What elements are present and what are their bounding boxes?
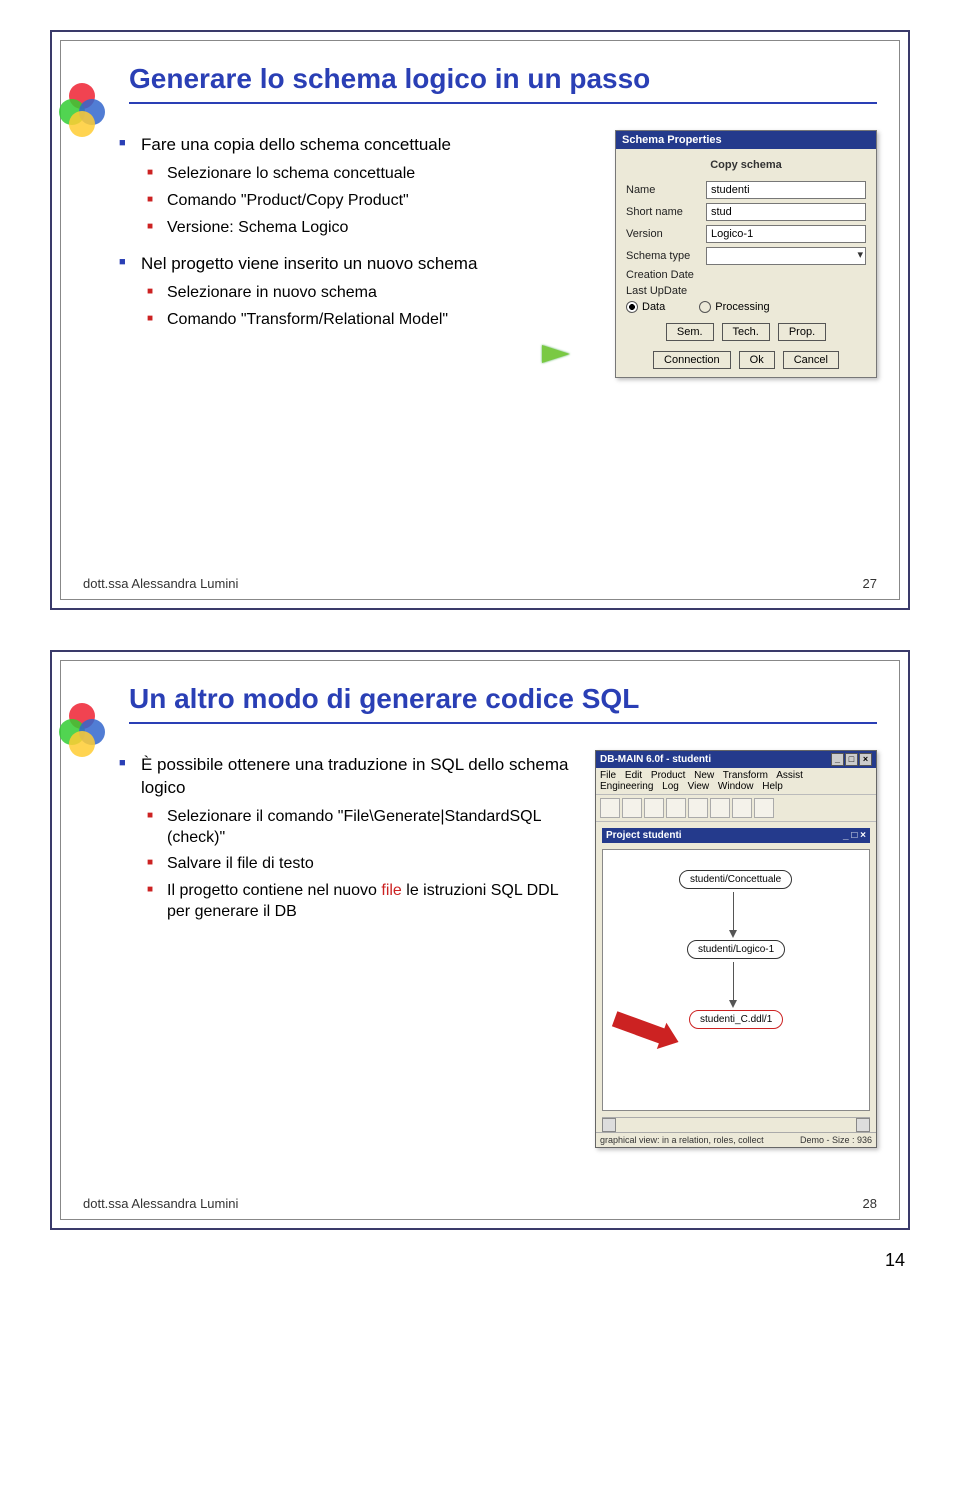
cancel-button[interactable]: Cancel — [783, 351, 839, 369]
toolbar-button[interactable] — [732, 798, 752, 818]
bullet-l2: Versione: Schema Logico — [145, 215, 599, 242]
project-canvas: studenti/Concettuale studenti/Logico-1 s… — [602, 849, 870, 1111]
close-icon[interactable]: × — [859, 753, 872, 766]
toolbar-button[interactable] — [710, 798, 730, 818]
menu-item[interactable]: Product — [651, 770, 685, 781]
minimize-icon[interactable]: _ — [831, 753, 844, 766]
schema-properties-dialog: Schema Properties Copy schema Namestuden… — [615, 130, 877, 378]
toolbar-button[interactable] — [666, 798, 686, 818]
menu-item[interactable]: New — [694, 770, 714, 781]
close-icon[interactable]: × — [860, 830, 866, 841]
footer-page: 27 — [863, 576, 877, 591]
dialog-heading: Copy schema — [626, 159, 866, 177]
bullet-text: Nel progetto viene inserito un nuovo sch… — [141, 254, 477, 273]
bullet-l1: Fare una copia dello schema concettuale … — [117, 130, 599, 249]
project-title: Project studenti — [606, 830, 682, 841]
bullet-l2: Selezionare in nuovo schema — [145, 280, 599, 307]
arrowhead-icon — [729, 1000, 737, 1008]
ok-button[interactable]: Ok — [739, 351, 775, 369]
version-label: Version — [626, 228, 706, 240]
name-input[interactable]: studenti — [706, 181, 866, 199]
schematype-label: Schema type — [626, 250, 706, 262]
slide-title: Generare lo schema logico in un passo — [129, 61, 877, 96]
arrowhead-icon — [729, 930, 737, 938]
schematype-select[interactable] — [706, 247, 866, 265]
footer-page: 28 — [863, 1196, 877, 1211]
logo-icon — [55, 81, 109, 135]
bullet-text: È possibile ottenere una traduzione in S… — [141, 755, 568, 797]
slide-title: Un altro modo di generare codice SQL — [129, 681, 877, 716]
toolbar-button[interactable] — [644, 798, 664, 818]
title-underline — [129, 102, 877, 104]
prop-button[interactable]: Prop. — [778, 323, 826, 341]
version-input[interactable]: Logico-1 — [706, 225, 866, 243]
menu-item[interactable]: Window — [718, 781, 754, 792]
bullet-l2: Il progetto contiene nel nuovo file le i… — [145, 878, 579, 926]
menu-item[interactable]: File — [600, 770, 616, 781]
toolbar — [596, 795, 876, 822]
toolbar-button[interactable] — [754, 798, 774, 818]
shortname-label: Short name — [626, 206, 706, 218]
toolbar-button[interactable] — [600, 798, 620, 818]
bullet-l1: Nel progetto viene inserito un nuovo sch… — [117, 249, 599, 342]
menu-item[interactable]: Log — [662, 781, 679, 792]
bullet-l2: Selezionare il comando "File\Generate|St… — [145, 804, 579, 852]
document-page-number: 14 — [0, 1240, 960, 1291]
udate-label: Last UpDate — [626, 285, 706, 297]
bullet-l2: Comando "Transform/Relational Model" — [145, 307, 599, 334]
menu-item[interactable]: Transform — [723, 770, 768, 781]
bullet-l1: È possibile ottenere una traduzione in S… — [117, 750, 579, 934]
status-left: graphical view: in a relation, roles, co… — [600, 1135, 764, 1145]
green-arrow-icon — [542, 345, 570, 363]
node-concettuale[interactable]: studenti/Concettuale — [679, 870, 792, 889]
maximize-icon[interactable]: □ — [845, 753, 858, 766]
minimize-icon[interactable]: _ — [843, 830, 849, 841]
sem-button[interactable]: Sem. — [666, 323, 714, 341]
menu-item[interactable]: View — [688, 781, 710, 792]
connector — [733, 962, 734, 1002]
data-radio[interactable]: Data — [626, 301, 665, 313]
tech-button[interactable]: Tech. — [722, 323, 770, 341]
menubar: File Edit Product New Transform Assist E… — [596, 768, 876, 795]
footer-author: dott.ssa Alessandra Lumini — [83, 1196, 238, 1211]
bullet-l2: Selezionare lo schema concettuale — [145, 161, 599, 188]
status-right: Demo - Size : 936 — [800, 1135, 872, 1145]
dbmain-window: DB-MAIN 6.0f - studenti _ □ × File Edit … — [595, 750, 877, 1148]
horizontal-scrollbar[interactable] — [602, 1117, 870, 1132]
name-label: Name — [626, 184, 706, 196]
processing-radio[interactable]: Processing — [699, 301, 769, 313]
node-logico[interactable]: studenti/Logico-1 — [687, 940, 785, 959]
toolbar-button[interactable] — [688, 798, 708, 818]
connection-button[interactable]: Connection — [653, 351, 731, 369]
menu-item[interactable]: Edit — [625, 770, 642, 781]
footer-author: dott.ssa Alessandra Lumini — [83, 576, 238, 591]
file-highlight: file — [381, 882, 401, 899]
title-underline — [129, 722, 877, 724]
toolbar-button[interactable] — [622, 798, 642, 818]
node-ddl[interactable]: studenti_C.ddl/1 — [689, 1010, 783, 1029]
bullet-l2: Salvare il file di testo — [145, 851, 579, 878]
bullet-text: Fare una copia dello schema concettuale — [141, 135, 451, 154]
menu-item[interactable]: Assist — [776, 770, 803, 781]
menu-item[interactable]: Help — [762, 781, 783, 792]
app-title: DB-MAIN 6.0f - studenti — [600, 754, 711, 765]
cdate-label: Creation Date — [626, 269, 706, 281]
bullet-l2: Comando "Product/Copy Product" — [145, 188, 599, 215]
connector — [733, 892, 734, 932]
maximize-icon[interactable]: □ — [851, 830, 857, 841]
shortname-input[interactable]: stud — [706, 203, 866, 221]
menu-item[interactable]: Engineering — [600, 781, 653, 792]
red-arrow-icon — [612, 1011, 668, 1045]
dialog-title: Schema Properties — [616, 131, 876, 149]
logo-icon — [55, 701, 109, 755]
